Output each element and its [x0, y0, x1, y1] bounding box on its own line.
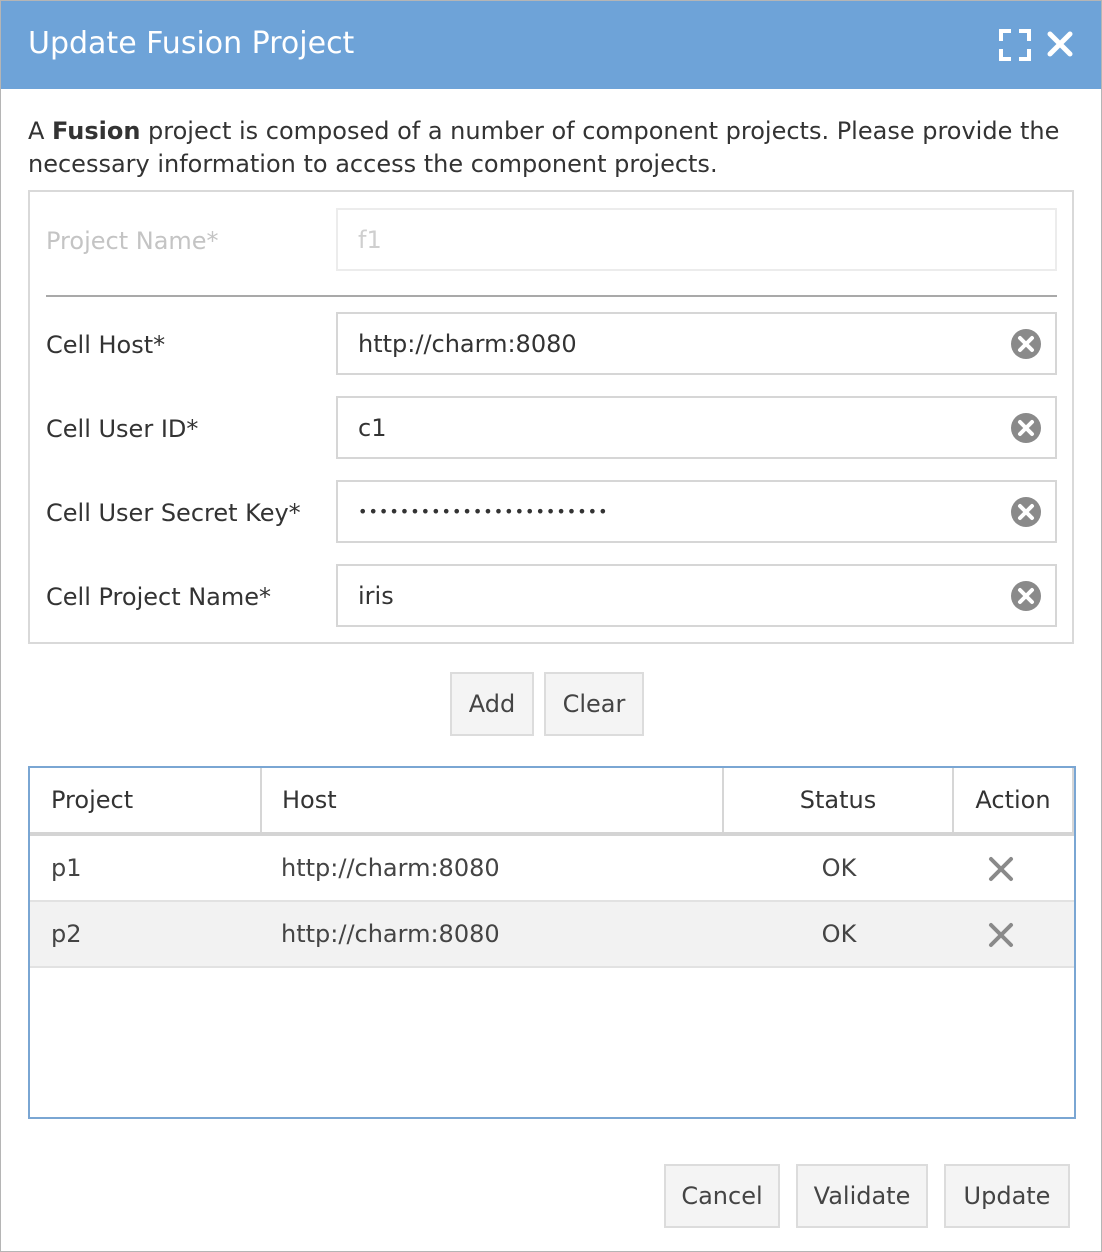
form-divider [46, 295, 1057, 297]
update-fusion-project-dialog: Update Fusion Project A Fusion project i… [0, 0, 1102, 1252]
host-cell: http://charm:8080 [281, 920, 500, 948]
host-cell: http://charm:8080 [281, 854, 500, 882]
table-row: p2 http://charm:8080 OK [30, 902, 1074, 968]
clear-cell-secret-key-icon[interactable] [1009, 495, 1043, 529]
clear-cell-project-name-icon[interactable] [1009, 579, 1043, 613]
component-projects-table: Project Host Status Action p1 http://cha… [28, 766, 1076, 1119]
intro-text: A Fusion project is composed of a number… [28, 115, 1078, 181]
clear-cell-user-id-icon[interactable] [1009, 411, 1043, 445]
column-header-project: Project [30, 768, 262, 832]
cell-host-label: Cell Host* [46, 331, 166, 359]
cell-project-name-label: Cell Project Name* [46, 583, 272, 611]
table-row: p1 http://charm:8080 OK [30, 836, 1074, 902]
close-icon[interactable] [1043, 27, 1079, 63]
dialog-titlebar: Update Fusion Project [1, 1, 1101, 89]
clear-button[interactable]: Clear [544, 672, 644, 736]
project-name-label: Project Name* [46, 227, 219, 255]
intro-rest: project is composed of a number of compo… [28, 117, 1060, 178]
remove-row-icon[interactable] [988, 922, 1014, 948]
cell-host-input[interactable] [336, 312, 1057, 375]
update-button[interactable]: Update [944, 1164, 1070, 1228]
project-name-input [336, 208, 1057, 271]
validate-button[interactable]: Validate [796, 1164, 928, 1228]
dialog-title: Update Fusion Project [28, 26, 355, 61]
add-button[interactable]: Add [450, 672, 534, 736]
status-cell: OK [821, 854, 857, 882]
intro-bold: Fusion [52, 117, 141, 145]
intro-prefix: A [28, 117, 53, 145]
column-header-host: Host [262, 768, 724, 832]
cell-secret-key-label: Cell User Secret Key* [46, 499, 301, 527]
cell-project-name-input[interactable] [336, 564, 1057, 627]
remove-row-icon[interactable] [988, 856, 1014, 882]
cell-secret-key-input[interactable] [336, 480, 1057, 543]
status-cell: OK [821, 920, 857, 948]
cell-user-id-input[interactable] [336, 396, 1057, 459]
maximize-icon[interactable] [997, 27, 1033, 63]
clear-cell-host-icon[interactable] [1009, 327, 1043, 361]
cancel-button[interactable]: Cancel [664, 1164, 780, 1228]
column-header-action: Action [954, 768, 1074, 832]
project-cell: p2 [51, 920, 82, 948]
column-header-status: Status [724, 768, 954, 832]
project-cell: p1 [51, 854, 82, 882]
cell-user-id-label: Cell User ID* [46, 415, 199, 443]
